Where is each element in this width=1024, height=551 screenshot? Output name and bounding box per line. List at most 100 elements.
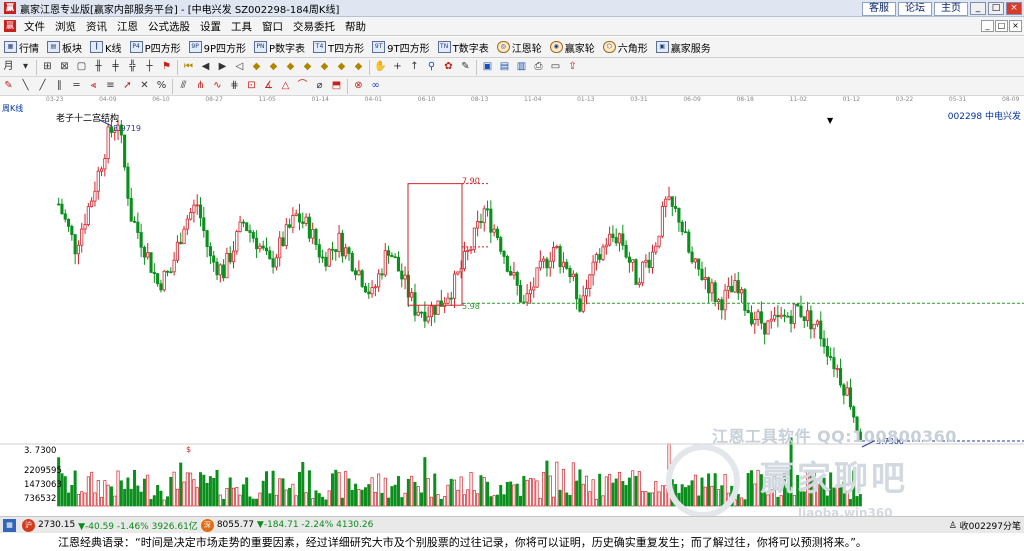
volume-bar xyxy=(608,473,612,507)
text-icon[interactable]: ✕ xyxy=(138,79,152,93)
customer-service-link[interactable]: 客服 xyxy=(862,1,896,16)
square-gann-icon[interactable]: ⊡ xyxy=(245,79,259,93)
period-select[interactable]: 月 xyxy=(2,60,16,74)
shanghai-index-icon[interactable]: 沪 xyxy=(22,518,35,532)
fib-icon[interactable]: ≡ xyxy=(104,79,118,93)
maximize-button[interactable]: □ xyxy=(988,2,1004,15)
triangle-icon[interactable]: △ xyxy=(279,79,293,93)
menu-window[interactable]: 窗口 xyxy=(257,19,288,34)
tool-9p-square[interactable]: 9P 9P四方形 xyxy=(185,38,250,57)
export-icon[interactable]: ⇪ xyxy=(566,60,580,74)
monitor-icon[interactable]: ▭ xyxy=(549,60,563,74)
wave-icon[interactable]: ∿ xyxy=(211,79,225,93)
cross-eye-icon[interactable]: ⊗ xyxy=(352,79,366,93)
menu-browse[interactable]: 浏览 xyxy=(50,19,81,34)
diamond-3-icon[interactable]: ◆ xyxy=(284,60,298,74)
diamond-6-icon[interactable]: ◆ xyxy=(335,60,349,74)
ray-icon[interactable]: ╱ xyxy=(36,79,50,93)
dropdown-icon[interactable]: ▾ xyxy=(19,60,33,74)
arc-icon[interactable]: ⌒ xyxy=(296,79,310,93)
line-icon[interactable]: ╲ xyxy=(19,79,33,93)
prev-icon[interactable]: ◀ xyxy=(199,60,213,74)
menu-help[interactable]: 帮助 xyxy=(340,19,371,34)
diamond-4-icon[interactable]: ◆ xyxy=(301,60,315,74)
tool-t-square[interactable]: T4 T四方形 xyxy=(309,38,368,57)
tool-9t-square[interactable]: 9T 9T四方形 xyxy=(368,38,433,57)
volume-bar xyxy=(274,494,278,507)
grid-lines-icon[interactable]: ⋕ xyxy=(228,79,242,93)
close-button[interactable]: × xyxy=(1006,2,1022,15)
zoom-icon[interactable]: ⚲ xyxy=(425,60,439,74)
note-icon[interactable]: ✎ xyxy=(459,60,473,74)
first-icon[interactable]: ⏮ xyxy=(182,60,196,74)
volume-bar xyxy=(756,469,760,507)
shenzhen-index-icon[interactable]: 深 xyxy=(200,518,214,532)
fan-icon[interactable]: ⫷ xyxy=(87,79,101,93)
tool-sector[interactable]: ▤ 板块 xyxy=(43,38,86,57)
tool-service[interactable]: ▣ 赢家服务 xyxy=(652,38,715,57)
cross-draw-icon[interactable]: ⊠ xyxy=(58,60,72,74)
parallel-icon[interactable]: ∥ xyxy=(53,79,67,93)
market-icon[interactable]: ▦ xyxy=(3,518,16,532)
tick-detail-label[interactable]: 收002297分笔 xyxy=(960,519,1021,532)
diamond-2-icon[interactable]: ◆ xyxy=(267,60,281,74)
chart-dropdown-icon[interactable]: ▼ xyxy=(827,116,833,125)
mdi-close-button[interactable]: × xyxy=(1009,20,1022,32)
menu-file[interactable]: 文件 xyxy=(19,19,50,34)
box-icon[interactable]: ⬒ xyxy=(330,79,344,93)
menu-info[interactable]: 资讯 xyxy=(81,19,112,34)
save-icon[interactable]: ▤ xyxy=(498,60,512,74)
forum-link[interactable]: 论坛 xyxy=(898,1,932,16)
minimize-button[interactable]: _ xyxy=(970,2,986,15)
menu-trade[interactable]: 交易委托 xyxy=(288,19,340,34)
grid-draw-icon[interactable]: ⊞ xyxy=(41,60,55,74)
pen-icon[interactable]: ✎ xyxy=(2,79,16,93)
menu-settings[interactable]: 设置 xyxy=(195,19,226,34)
print-icon[interactable]: ⎙ xyxy=(532,60,546,74)
tool-quotes[interactable]: ▦ 行情 xyxy=(0,38,43,57)
tool-p-square[interactable]: P4 P四方形 xyxy=(126,38,185,57)
percent-icon[interactable]: % xyxy=(155,79,169,93)
arrow-up-icon[interactable]: ↑ xyxy=(408,60,422,74)
candle-icon[interactable]: ╫ xyxy=(92,60,106,74)
app-logo-icon: 赢 xyxy=(4,20,16,32)
bars-icon[interactable]: ╬ xyxy=(126,60,140,74)
diamond-5-icon[interactable]: ◆ xyxy=(318,60,332,74)
mdi-restore-button[interactable]: □ xyxy=(995,20,1008,32)
hand-icon[interactable]: ✋ xyxy=(374,60,388,74)
candle-alt-icon[interactable]: ╪ xyxy=(109,60,123,74)
image-icon[interactable]: ▣ xyxy=(481,60,495,74)
tool-p-table[interactable]: PN P数字表 xyxy=(250,38,309,57)
plus-icon[interactable]: + xyxy=(391,60,405,74)
table-icon[interactable]: ▥ xyxy=(515,60,529,74)
stock-code[interactable]: 002298 中电兴发 xyxy=(948,109,1021,122)
candle-body xyxy=(680,221,684,233)
diamond-7-icon[interactable]: ◆ xyxy=(352,60,366,74)
play-icon[interactable]: ◁ xyxy=(233,60,247,74)
homepage-link[interactable]: 主页 xyxy=(934,1,968,16)
user-icon[interactable]: ♙ xyxy=(949,521,957,531)
infinity-icon[interactable]: ∞ xyxy=(369,79,383,93)
flag-icon[interactable]: ⚑ xyxy=(160,60,174,74)
menu-formula[interactable]: 公式选股 xyxy=(143,19,195,34)
tool-t-table[interactable]: TN T数字表 xyxy=(434,38,493,57)
candle-body xyxy=(779,314,783,318)
gift-icon[interactable]: ✿ xyxy=(442,60,456,74)
menu-tools[interactable]: 工具 xyxy=(226,19,257,34)
mdi-minimize-button[interactable]: _ xyxy=(981,20,994,32)
bar-chart-icon[interactable]: ┼ xyxy=(143,60,157,74)
tool-hexagon[interactable]: ⬡ 六角形 xyxy=(599,38,652,57)
menu-gann[interactable]: 江恩 xyxy=(112,19,143,34)
cycle-icon[interactable]: ⋔ xyxy=(194,79,208,93)
tool-winner-wheel[interactable]: ◉ 赢家轮 xyxy=(546,38,599,57)
next-icon[interactable]: ▶ xyxy=(216,60,230,74)
channel-icon[interactable]: ⫻ xyxy=(177,79,191,93)
diamond-1-icon[interactable]: ◆ xyxy=(250,60,264,74)
tool-kline[interactable]: ┃ K线 xyxy=(86,38,126,57)
angle-icon[interactable]: ∡ xyxy=(262,79,276,93)
spiral-icon[interactable]: ⌀ xyxy=(313,79,327,93)
horizontal-icon[interactable]: ═ xyxy=(70,79,84,93)
box-draw-icon[interactable]: ▢ xyxy=(75,60,89,74)
arrow-icon[interactable]: ➚ xyxy=(121,79,135,93)
tool-gann-wheel[interactable]: ◎ 江恩轮 xyxy=(493,38,546,57)
